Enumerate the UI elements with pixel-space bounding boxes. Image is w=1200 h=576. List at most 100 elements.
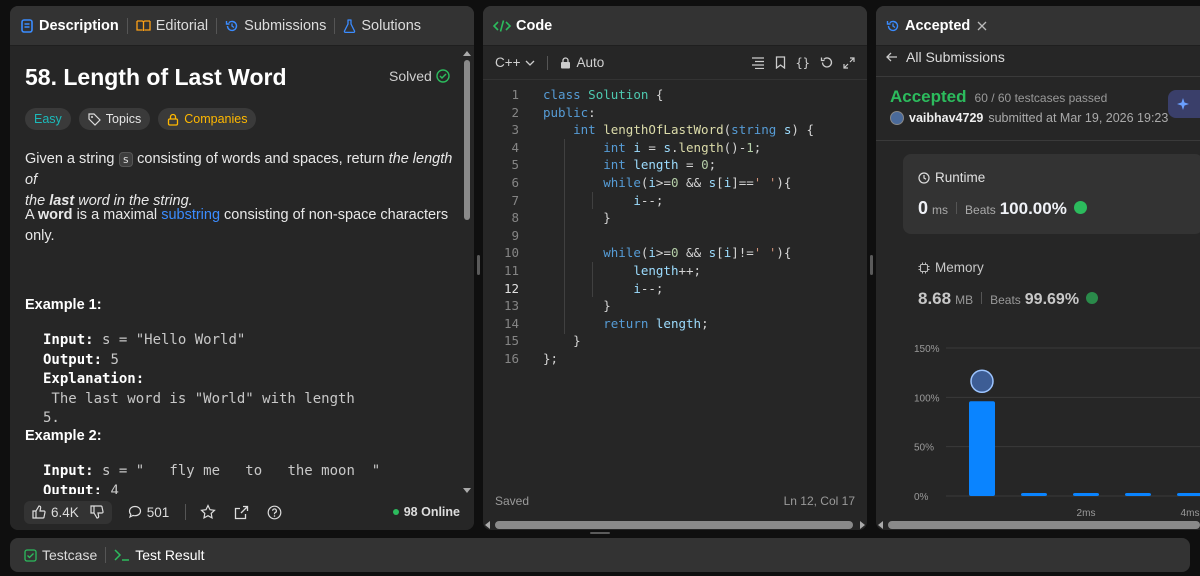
- description-scrollbar[interactable]: [462, 50, 472, 496]
- code-line[interactable]: 1 class Solution {: [483, 86, 867, 104]
- tab-testcase[interactable]: Testcase: [24, 547, 97, 563]
- star-icon[interactable]: [200, 504, 217, 520]
- verdict: Accepted: [890, 87, 967, 106]
- save-status: Saved: [495, 494, 530, 508]
- panel-resize-handle[interactable]: [870, 255, 873, 275]
- example-value: The last word is "World" with length: [43, 390, 355, 407]
- code-line[interactable]: 15 }: [483, 332, 867, 350]
- code-line[interactable]: 16};: [483, 350, 867, 368]
- line-number: 16: [503, 350, 519, 366]
- tab-description[interactable]: Description: [20, 18, 119, 34]
- value-divider: [956, 202, 958, 214]
- substring-link[interactable]: substring: [161, 207, 220, 223]
- verdict-row: Accepted 60 / 60 testcases passed: [890, 87, 1107, 107]
- code-text: int lengthOfLastWord(string s) {: [573, 122, 814, 138]
- code-line[interactable]: 8 }: [483, 209, 867, 227]
- histogram-bar[interactable]: [1021, 493, 1047, 496]
- panel-resize-handle[interactable]: [477, 255, 480, 275]
- expand-icon[interactable]: [843, 56, 855, 69]
- code-line[interactable]: 2 public:: [483, 104, 867, 122]
- code-line[interactable]: 14 return length;: [483, 315, 867, 333]
- code-text: while(i>=0 && s[i]!=' '){: [603, 245, 792, 261]
- result-horizontal-scrollbar[interactable]: [876, 518, 1200, 530]
- code-line[interactable]: 4 int i = s.length()-1;: [483, 139, 867, 157]
- all-submissions-link[interactable]: All Submissions: [886, 49, 1005, 65]
- code-line[interactable]: 9: [483, 227, 867, 245]
- username[interactable]: vaibhav4729: [909, 111, 983, 125]
- like-count: 6.4K: [51, 504, 79, 520]
- memory-section[interactable]: Memory 8.68 MB Beats 99.69%: [903, 251, 1200, 311]
- tab-submissions[interactable]: Submissions: [225, 18, 326, 34]
- braces-icon[interactable]: {}: [796, 56, 810, 70]
- code-line[interactable]: 10 while(i>=0 && s[i]!=' '){: [483, 244, 867, 262]
- code-line[interactable]: 11 length++;: [483, 262, 867, 280]
- bookmark-icon[interactable]: [775, 56, 786, 69]
- code-line[interactable]: 5 int length = 0;: [483, 156, 867, 174]
- topics-button[interactable]: Topics: [78, 108, 151, 130]
- runtime-value: 0: [918, 198, 929, 218]
- code-editor[interactable]: 1 class Solution {2 public: 3 int lengthOfL…: [483, 86, 867, 368]
- tab-test-result[interactable]: Test Result: [114, 547, 205, 563]
- tag-icon: [88, 112, 101, 126]
- tab-accepted[interactable]: Accepted: [886, 18, 987, 34]
- definition-text: A: [25, 207, 38, 223]
- code-panel: Code C++ Auto {} 1 class Solution {2 publi…: [483, 6, 867, 530]
- code-line[interactable]: 12 i--;: [483, 280, 867, 298]
- avatar[interactable]: [890, 111, 904, 125]
- document-icon: [20, 18, 34, 33]
- indent-guide: [592, 192, 593, 209]
- definition-bold: word: [37, 207, 73, 223]
- close-icon[interactable]: [977, 21, 987, 31]
- memory-value: 8.68: [918, 289, 952, 308]
- runtime-distribution-chart[interactable]: 150% 100% 50% 0% 2ms 4ms: [876, 326, 1200, 516]
- code-line[interactable]: 3 int lengthOfLastWord(string s) {: [483, 121, 867, 139]
- code-horizontal-scrollbar[interactable]: [483, 518, 867, 530]
- help-icon[interactable]: [267, 505, 282, 520]
- code-text: }: [543, 298, 611, 314]
- testcases-passed: 60 / 60 testcases passed: [974, 91, 1108, 105]
- format-icon[interactable]: [751, 56, 765, 69]
- code-tabbar: Code: [483, 6, 867, 46]
- example-1-block: Input: s = "Hello World" Output: 5 Expla…: [43, 331, 453, 429]
- user-avatar-marker[interactable]: [970, 369, 994, 394]
- histogram-bar[interactable]: [1073, 493, 1099, 496]
- line-number: 11: [503, 262, 519, 278]
- runtime-card[interactable]: Runtime 0 ms Beats 100.00%: [903, 154, 1200, 234]
- line-number: 13: [503, 298, 519, 314]
- result-tabbar: Accepted: [876, 6, 1200, 46]
- lock-icon: [167, 113, 179, 126]
- definition-text: is a maximal: [72, 207, 162, 223]
- footer-divider: [185, 504, 187, 520]
- tab-code[interactable]: Code: [493, 18, 552, 34]
- book-icon: [136, 19, 151, 33]
- tab-solutions-label: Solutions: [361, 17, 422, 34]
- panel-resize-handle[interactable]: [590, 532, 610, 534]
- like-button[interactable]: 6.4K: [24, 500, 112, 524]
- tab-solutions[interactable]: Solutions: [343, 18, 421, 34]
- statement-text: consisting of words and spaces, return: [133, 151, 389, 167]
- code-text: int length = 0;: [603, 157, 717, 173]
- code-icon: [493, 19, 511, 33]
- thumbs-down-icon[interactable]: [90, 505, 104, 519]
- companies-button[interactable]: Companies: [158, 108, 257, 130]
- histogram-bar[interactable]: [969, 401, 995, 496]
- language-select[interactable]: C++: [495, 55, 535, 70]
- reset-icon[interactable]: [820, 56, 833, 69]
- tab-editorial[interactable]: Editorial: [136, 18, 208, 34]
- histogram-bar[interactable]: [1125, 493, 1151, 496]
- histogram-bar[interactable]: [1177, 493, 1200, 496]
- example-value: s = "Hello World": [93, 332, 246, 348]
- sparkle-icon: [1176, 97, 1190, 111]
- share-icon[interactable]: [234, 505, 249, 520]
- ai-assist-button[interactable]: [1168, 90, 1200, 118]
- x-tick-label: 2ms: [1077, 508, 1096, 516]
- example-2-block: Input: s = " fly me to the moon " Output…: [43, 462, 453, 494]
- code-line[interactable]: 13 }: [483, 297, 867, 315]
- code-line[interactable]: 7 i--;: [483, 192, 867, 210]
- example-label: Explanation:: [43, 371, 145, 387]
- mode-label[interactable]: Auto: [577, 55, 605, 70]
- comments-button[interactable]: 501: [120, 501, 178, 524]
- comment-icon: [128, 505, 142, 519]
- bottom-console-bar: Testcase Test Result: [10, 538, 1190, 572]
- code-line[interactable]: 6 while(i>=0 && s[i]==' '){: [483, 174, 867, 192]
